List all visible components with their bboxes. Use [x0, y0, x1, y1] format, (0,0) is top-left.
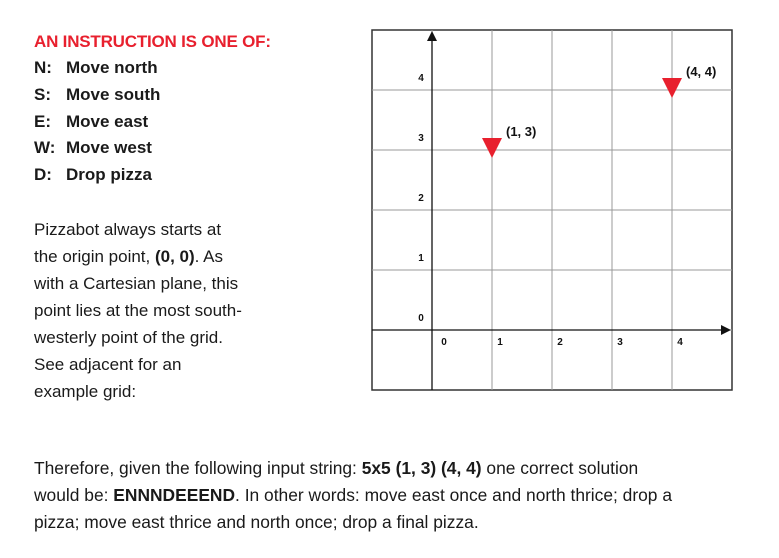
input-string: 5x5 (1, 3) (4, 4): [361, 458, 482, 478]
text: would be:: [34, 485, 114, 505]
y-tick-label: 2: [418, 193, 424, 204]
y-tick-label: 0: [418, 313, 424, 324]
y-axis-arrow-icon: [427, 31, 437, 41]
point-label: (1, 3): [506, 124, 536, 139]
x-tick-label: 4: [677, 337, 683, 348]
conclusion-line: pizza; move east thrice and north once; …: [34, 512, 479, 532]
x-tick-label: 1: [497, 337, 503, 348]
x-axis-arrow-icon: [721, 325, 731, 335]
y-tick-label: 3: [418, 133, 424, 144]
x-tick-label: 0: [441, 337, 447, 348]
x-tick-label: 2: [557, 337, 563, 348]
text: one correct solution: [481, 458, 639, 478]
y-tick-label: 1: [418, 253, 424, 264]
pizza-marker-icon: [662, 78, 682, 98]
text: Therefore, given the following input str…: [34, 458, 362, 478]
conclusion-line: Therefore, given the following input str…: [34, 455, 672, 482]
point-label: (4, 4): [686, 64, 716, 79]
y-tick-label: 4: [418, 73, 424, 84]
pizza-marker-icon: [482, 138, 502, 158]
x-tick-label: 3: [617, 337, 623, 348]
solution-string: ENNNDEEEND: [113, 485, 236, 505]
conclusion-paragraph: Therefore, given the following input str…: [34, 455, 672, 536]
conclusion-line: would be: ENNNDEEEND. In other words: mo…: [34, 482, 672, 509]
text: . In other words: move east once and nor…: [235, 485, 672, 505]
